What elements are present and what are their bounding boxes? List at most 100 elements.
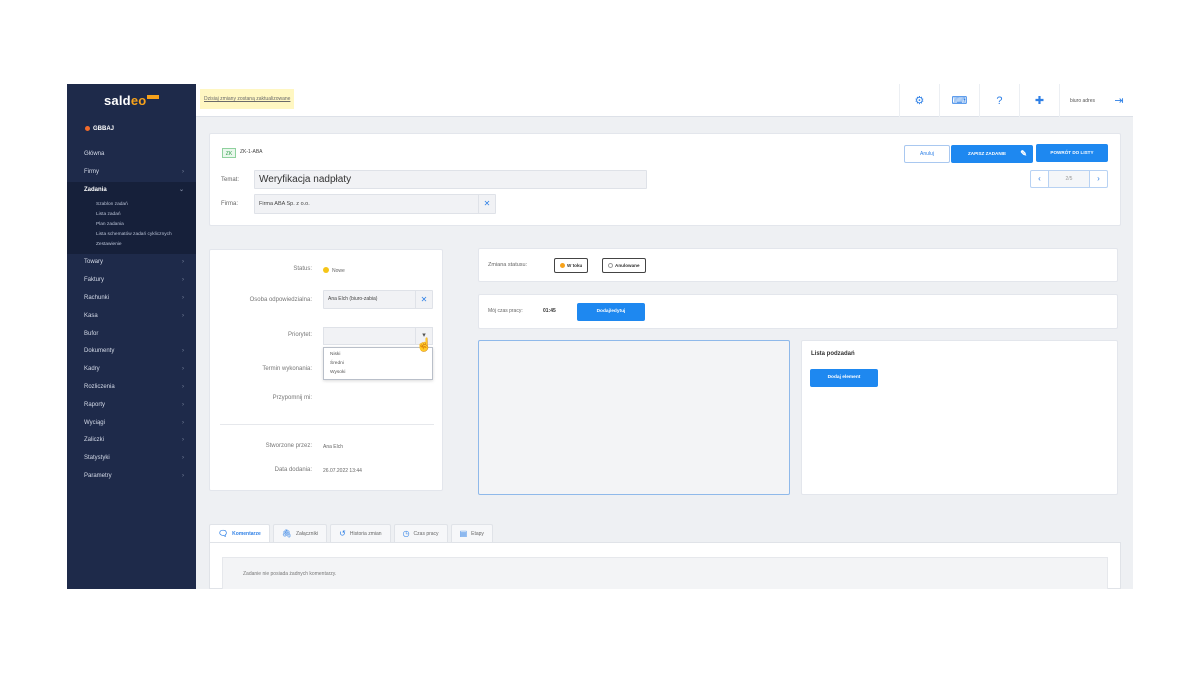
sidebar-item-rachunki[interactable]: Rachunki › (67, 290, 196, 308)
comments-panel: Zadanie nie posiada żadnych komentarzy. (209, 542, 1121, 589)
task-description-editor[interactable] (478, 340, 790, 495)
tab-stages[interactable]: ▤ Etapy (450, 524, 493, 542)
sidebar-item-zaliczki[interactable]: Zaliczki › (67, 432, 196, 450)
subnav-item[interactable]: Szablon zadań (67, 200, 196, 210)
pager-prev-icon[interactable]: ‹ (1031, 171, 1049, 187)
tab-comments[interactable]: 🗨 Komentarze (209, 524, 270, 542)
user-name[interactable]: biuro adres (1058, 84, 1105, 117)
sidebar-item-label: Towary (84, 259, 104, 266)
chevron-right-icon: › (182, 419, 184, 426)
tab-history[interactable]: ↺ Historia zmian (330, 524, 391, 542)
subtasks-title: Lista podzadań (811, 351, 855, 357)
owner-field[interactable]: Ana Elch (biuro-zabia) ✕ (323, 290, 433, 309)
sidebar-item-rozliczenia[interactable]: Rozliczenia › (67, 379, 196, 397)
history-icon: ↺ (339, 528, 346, 538)
sidebar-item-zadania[interactable]: Zadania ⌄ (67, 181, 196, 200)
company-selector[interactable]: GBBAJ (85, 126, 114, 132)
saldeo-logo[interactable]: saldeo (104, 93, 160, 108)
created-by-value: Ana Elch (323, 444, 344, 450)
comments-icon: 🗨 (218, 528, 229, 538)
work-time-card: Mój czas pracy: 01:45 Dodaj/edytuj (478, 294, 1118, 329)
owner-value: Ana Elch (biuro-zabia) (328, 296, 378, 302)
topbar-actions: ⚙ ⌨ ? ✚ biuro adres ⇥ (898, 84, 1133, 117)
sidebar-item-parametry[interactable]: Parametry › (67, 468, 196, 486)
chevron-right-icon: › (182, 437, 184, 444)
priority-option[interactable]: Średni (324, 359, 432, 368)
help-icon[interactable]: ? (978, 84, 1019, 117)
sidebar-item-label: Raporty (84, 401, 106, 408)
company-value: Firma ABA Sp. z o.o. (259, 201, 310, 207)
sidebar-item-wyciagi[interactable]: Wyciągi › (67, 415, 196, 433)
work-time-value: 01:45 (543, 308, 556, 314)
subject-input[interactable]: Weryfikacja nadpłaty (254, 170, 647, 189)
company-name: GBBAJ (93, 126, 115, 132)
sidebar-item-dokumenty[interactable]: Dokumenty › (67, 343, 196, 361)
status-option-label: W toku (567, 263, 583, 268)
bottom-tabs: 🗨 Komentarze 🖇 Załączniki ↺ Historia zmian … (209, 524, 1121, 589)
subnav-item[interactable]: Plan zadania (67, 220, 196, 230)
back-to-list-button[interactable]: POWRÓT DO LISTY (1036, 144, 1108, 162)
sidebar-item-label: Kasa (84, 312, 98, 319)
tab-label: Historia zmian (349, 530, 382, 537)
sidebar-item-kadry[interactable]: Kadry › (67, 361, 196, 379)
task-type-badge: ZK (222, 148, 236, 158)
save-task-button[interactable]: ZAPISZ ZADANIE ✎ (951, 145, 1033, 163)
group-settings-icon[interactable]: ⚙ (898, 84, 939, 117)
priority-option[interactable]: Wysoki (324, 368, 432, 377)
created-by-label: Stworzone przez: (265, 443, 312, 449)
chevron-right-icon: › (182, 348, 184, 355)
chevron-right-icon: › (182, 277, 184, 284)
sidebar-item-raporty[interactable]: Raporty › (67, 397, 196, 415)
tab-label: Załączniki (295, 530, 319, 537)
tab-attachments[interactable]: 🖇 Załączniki (272, 524, 328, 542)
clear-owner-icon[interactable]: ✕ (415, 291, 432, 308)
add-edit-time-button[interactable]: Dodaj/edytuj (577, 303, 645, 321)
support-icon[interactable]: ✚ (1018, 84, 1059, 117)
pager-next-icon[interactable]: › (1089, 171, 1107, 187)
subnav-item[interactable]: Lista schematów zadań cyklicznych (67, 230, 196, 240)
sidebar-item-label: Faktury (84, 277, 105, 284)
status-change-label: Zmiana statusu: (488, 262, 528, 268)
sidebar-item-faktury[interactable]: Faktury › (67, 272, 196, 290)
tab-label: Czas pracy (413, 530, 439, 537)
chevron-right-icon: › (182, 383, 184, 390)
sidebar-item-firmy[interactable]: Firmy › (67, 164, 196, 182)
logo-text: sald (104, 93, 131, 108)
sidebar-item-label: Dokumenty (84, 348, 115, 355)
chevron-right-icon: › (182, 366, 184, 373)
status-option-label: Anulowane (615, 263, 640, 268)
details-divider (220, 424, 434, 425)
pager-position: 2/5 (1049, 171, 1089, 187)
cancel-button[interactable]: Anuluj (904, 145, 950, 163)
keyboard-icon[interactable]: ⌨ (938, 84, 979, 117)
status-in-progress-button[interactable]: W toku (554, 258, 589, 273)
subnav-item[interactable]: Zestawienie (67, 240, 196, 250)
logout-icon[interactable]: ⇥ (1105, 84, 1133, 117)
sidebar-nav: Główna Firmy › Zadania ⌄ Szablon zadań Lis… (67, 146, 196, 486)
sidebar-item-label: Zaliczki (84, 437, 105, 444)
clear-company-icon[interactable]: ✕ (478, 195, 495, 213)
company-field[interactable]: Firma ABA Sp. z o.o. ✕ (254, 194, 496, 214)
status-dot-icon (323, 267, 329, 273)
update-notice-link[interactable]: Dzisiaj zmiany zostaną zaktualizowane (200, 89, 295, 109)
sidebar-item-kasa[interactable]: Kasa › (67, 308, 196, 326)
owner-label: Osoba odpowiedzialna: (249, 297, 312, 303)
sidebar-item-bufor[interactable]: Bufor (67, 326, 196, 344)
sidebar-item-label: Zadania (84, 186, 107, 193)
sidebar-item-glowna[interactable]: Główna (67, 146, 196, 164)
pager: ‹ 2/5 › (1030, 170, 1108, 188)
chevron-down-icon: ⌄ (178, 186, 184, 193)
status-value: Nowe (323, 267, 345, 274)
work-time-label: Mój czas pracy: (488, 308, 523, 314)
pencil-icon: ✎ (1020, 149, 1027, 158)
sidebar-item-label: Wyciągi (84, 419, 105, 426)
subnav-item[interactable]: Lista zadań (67, 210, 196, 220)
tab-work-time[interactable]: ◷ Czas pracy (393, 524, 448, 542)
sidebar-item-statystyki[interactable]: Statystyki › (67, 450, 196, 468)
status-cancelled-button[interactable]: Anulowane (602, 258, 646, 273)
clock-icon: ◷ (402, 528, 410, 538)
sidebar-item-towary[interactable]: Towary › (67, 254, 196, 272)
company-label: Firma: (221, 201, 238, 207)
sidebar-subnav-zadania: Szablon zadań Lista zadań Plan zadania L… (67, 199, 196, 255)
add-subtask-button[interactable]: Dodaj element (810, 369, 878, 387)
